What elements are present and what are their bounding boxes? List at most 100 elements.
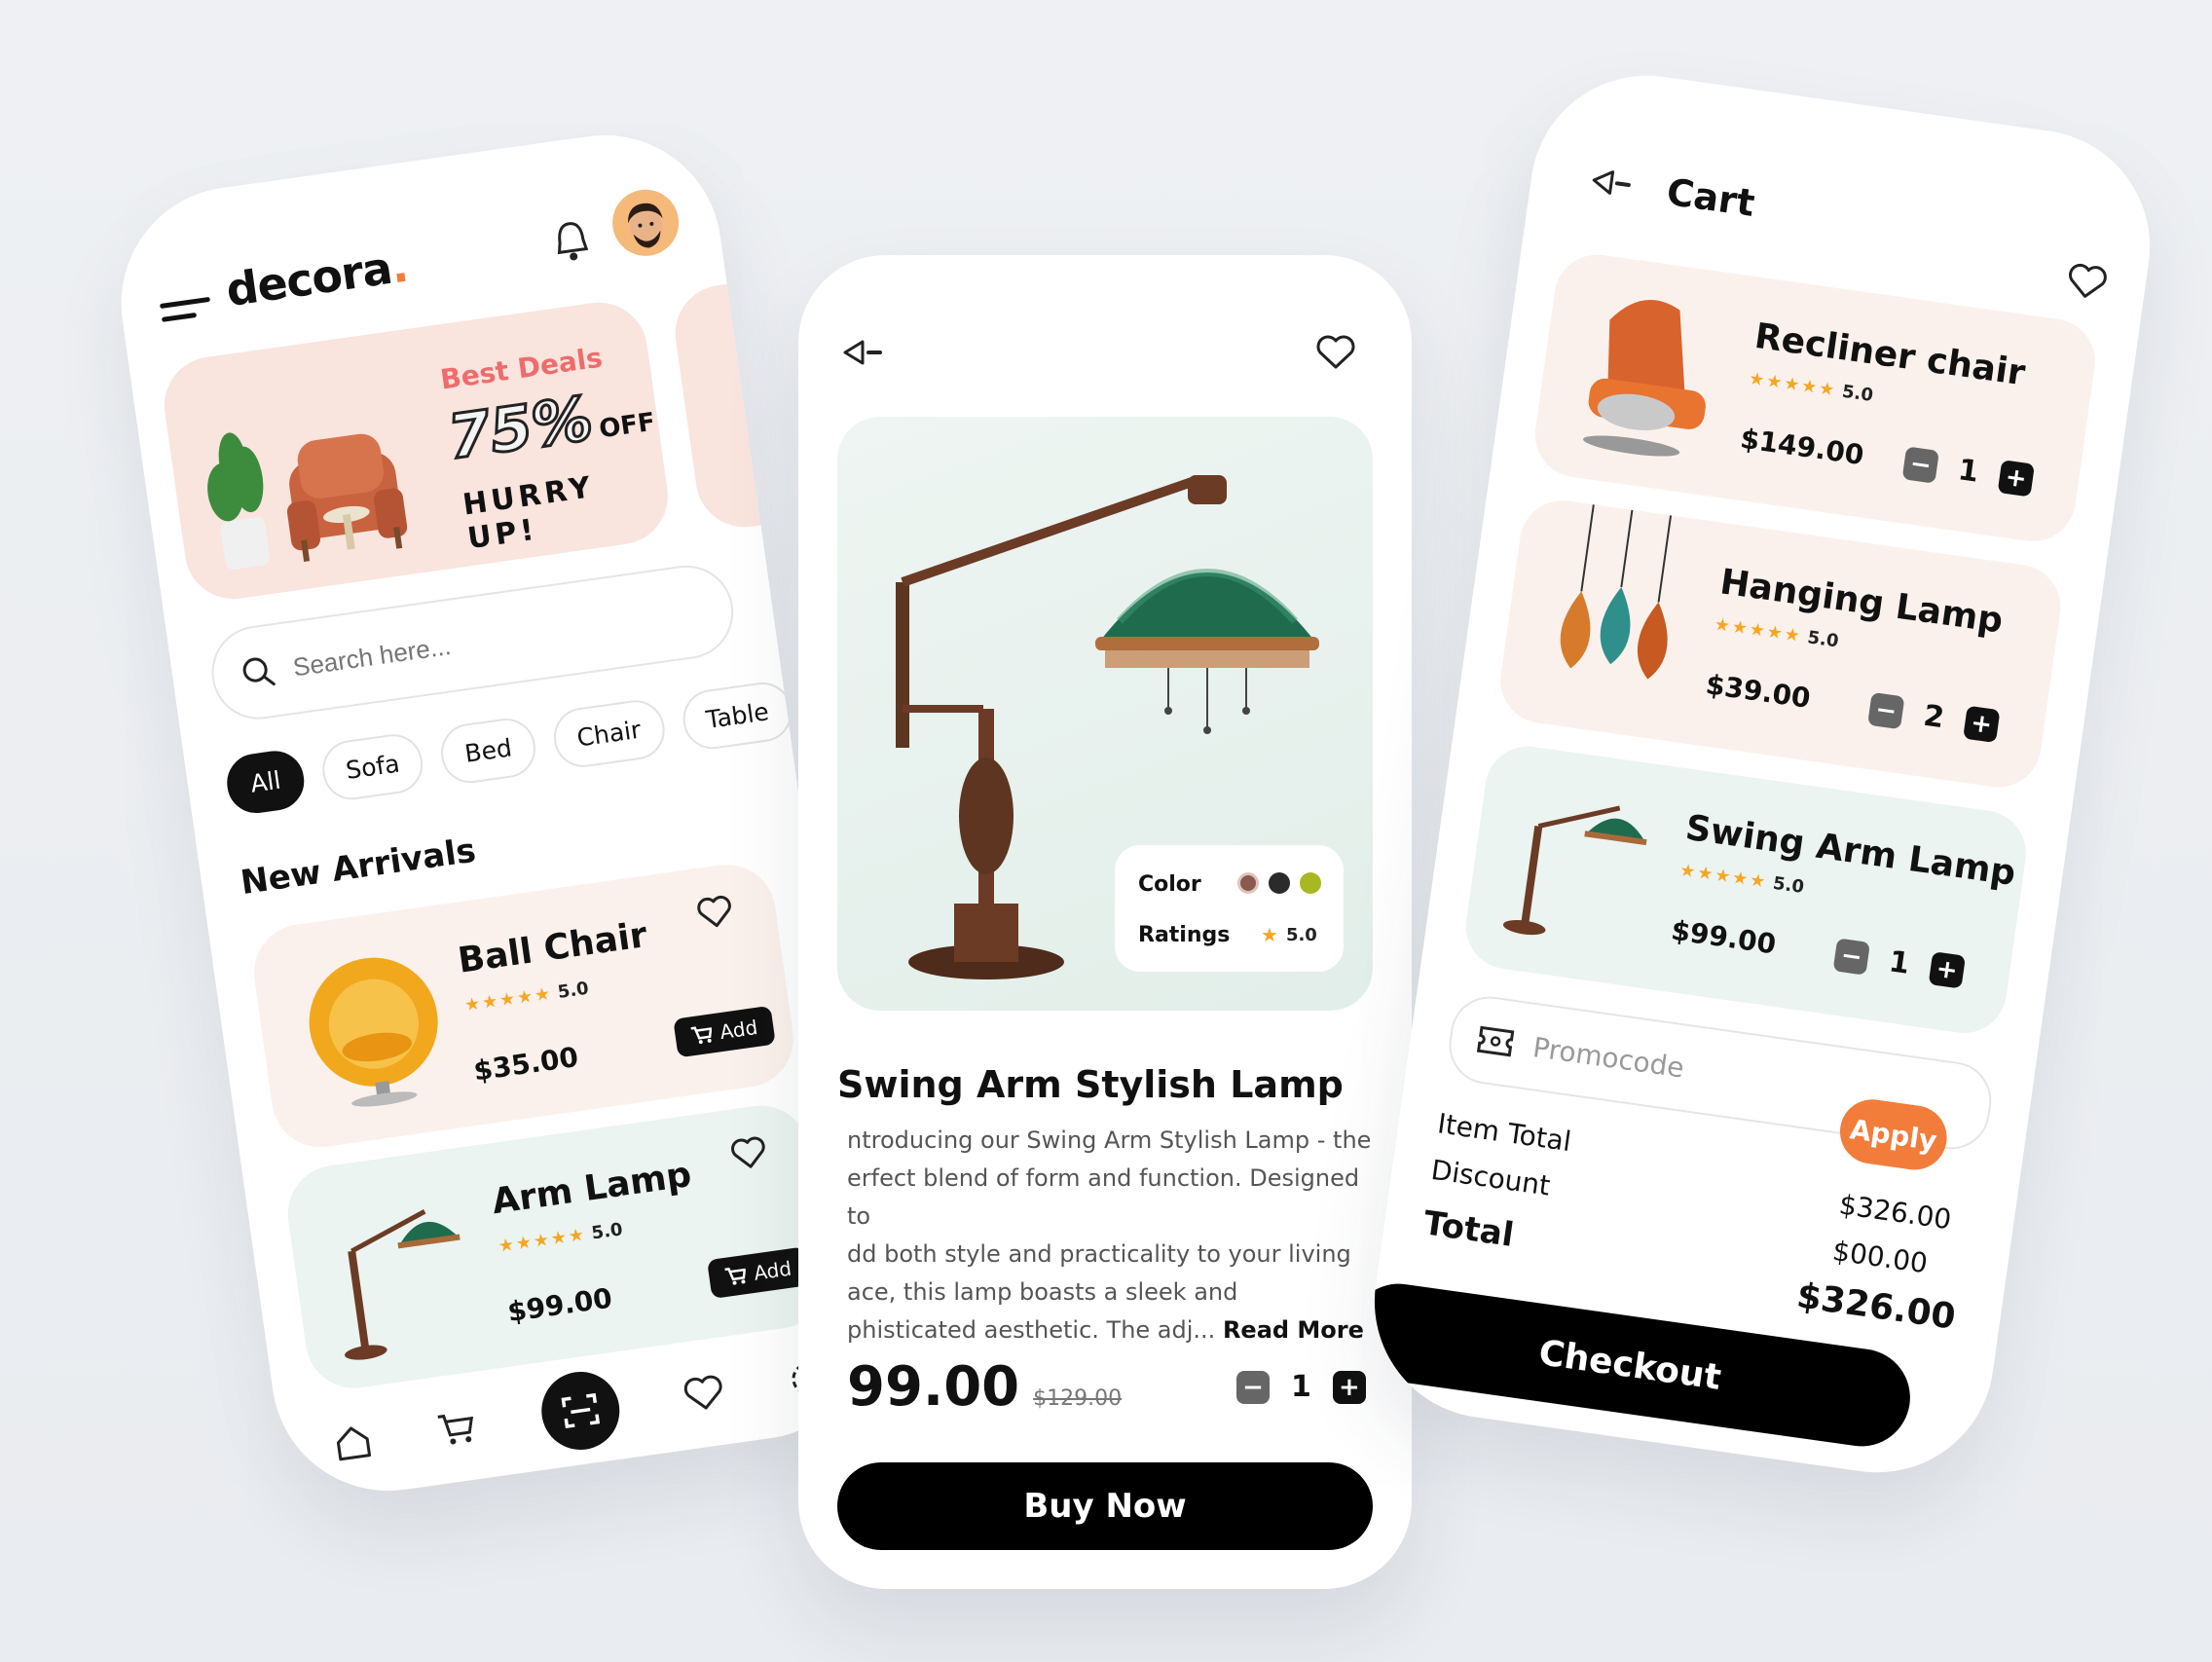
rating-stars-icon: ★★★★★: [462, 982, 554, 1016]
description-line: ntroducing our Swing Arm Stylish Lamp - …: [847, 1126, 1372, 1154]
increase-button[interactable]: +: [1332, 1370, 1366, 1404]
swing-arm-lamp-thumb: [1493, 774, 1671, 964]
rating-stars-icon: ★★★★★: [497, 1224, 588, 1257]
bell-icon[interactable]: [551, 217, 592, 265]
product-detail-screen: Color Ratings ★ 5.0 Swing Arm Stylish La…: [798, 255, 1412, 1589]
cart-icon: [689, 1023, 714, 1046]
color-swatch-2[interactable]: [1269, 872, 1290, 894]
heart-icon[interactable]: [1316, 335, 1355, 370]
banner-off: OFF: [597, 407, 657, 445]
old-price: $129.00: [1033, 1386, 1123, 1411]
chip-chair[interactable]: Chair: [549, 696, 669, 771]
buy-now-button[interactable]: Buy Now: [837, 1462, 1373, 1550]
add-to-cart-button[interactable]: Add: [707, 1246, 810, 1300]
heart-icon[interactable]: [729, 1134, 768, 1172]
discount-label: Discount: [1428, 1153, 1553, 1202]
rating-value: 5.0: [590, 1219, 624, 1244]
hanging-lamp-image: [1528, 499, 1710, 718]
product-hero: Color Ratings ★ 5.0: [837, 417, 1373, 1011]
total-value: $326.00: [1793, 1275, 1959, 1338]
add-label: Add: [752, 1256, 793, 1285]
search-input[interactable]: [291, 601, 662, 683]
cart-item-swing-arm-lamp[interactable]: Swing Arm Lamp ★★★★★ 5.0 $99.00 − 1 +: [1460, 740, 2032, 1039]
cart-item-recliner[interactable]: Recliner chair ★★★★★ 5.0 $149.00 − 1 +: [1529, 248, 2101, 547]
cart-screen: Cart Recliner chair ★★★★★ 5.0 $149.00 − …: [1359, 60, 2165, 1488]
chip-all[interactable]: All: [223, 747, 309, 817]
quantity-stepper: − 2 +: [1867, 691, 2001, 743]
app-logo: decora.: [222, 239, 411, 317]
heart-icon[interactable]: [2065, 262, 2109, 302]
item-total-value: $326.00: [1836, 1188, 1954, 1237]
product-name: Arm Lamp: [489, 1155, 694, 1223]
back-icon[interactable]: [1588, 166, 1641, 202]
cart-item-hanging-lamp[interactable]: Hanging Lamp ★★★★★ 5.0 $39.00 − 2 +: [1494, 495, 2067, 794]
description-line: dd both style and practicality to your l…: [847, 1240, 1351, 1268]
home-icon[interactable]: [331, 1421, 375, 1464]
rating-stars-icon: ★★★★★: [1713, 613, 1804, 647]
scan-button[interactable]: [536, 1366, 625, 1456]
product-price: $35.00: [471, 1040, 581, 1088]
product-info-box: Color Ratings ★ 5.0: [1115, 845, 1344, 972]
increase-button[interactable]: +: [1928, 950, 1966, 989]
decrease-button[interactable]: −: [1832, 937, 1871, 976]
quantity-value: 1: [1956, 453, 1981, 490]
read-more-link[interactable]: Read More: [1223, 1316, 1364, 1344]
ball-chair-image: [292, 944, 459, 1123]
recliner-chair-image: [1562, 277, 1731, 475]
quantity-stepper: − 1 +: [1901, 445, 2035, 498]
item-price: $39.00: [1704, 668, 1813, 715]
rating-value: 5.0: [1771, 872, 1806, 898]
avatar[interactable]: [608, 185, 683, 261]
next-banner-peek[interactable]: [669, 276, 819, 534]
scan-icon: [559, 1388, 603, 1432]
banner-furniture-image: [186, 388, 431, 587]
banner-discount: 75%: [442, 381, 598, 474]
star-icon: ★: [1261, 923, 1280, 946]
ticket-icon: [1475, 1024, 1516, 1058]
increase-button[interactable]: +: [1963, 705, 2001, 743]
promo-placeholder: Promocode: [1530, 1030, 1686, 1085]
banner-hurry: HURRY UP!: [461, 469, 597, 557]
product-name: Ball Chair: [455, 914, 650, 981]
color-swatch-3[interactable]: [1300, 872, 1321, 894]
add-to-cart-button[interactable]: Add: [673, 1005, 776, 1058]
back-icon[interactable]: [841, 338, 890, 367]
item-price: $149.00: [1738, 422, 1866, 472]
rating-stars-icon: ★★★★★: [1747, 368, 1838, 401]
quantity-value: 2: [1921, 698, 1947, 736]
quantity-value: 1: [1291, 1370, 1311, 1404]
rating-value: 5.0: [1285, 924, 1317, 945]
heart-nav-icon[interactable]: [682, 1374, 726, 1414]
chip-table[interactable]: Table: [679, 679, 796, 754]
quantity-stepper: − 1 +: [1236, 1370, 1366, 1404]
quantity-value: 1: [1887, 944, 1912, 981]
quantity-stepper: − 1 +: [1832, 937, 1966, 989]
cart-nav-icon[interactable]: [435, 1408, 479, 1448]
discount-value: $00.00: [1830, 1235, 1930, 1280]
increase-button[interactable]: +: [1997, 459, 2035, 498]
rating-value: 5.0: [1840, 381, 1875, 406]
rating-value: 5.0: [556, 978, 591, 1003]
color-label: Color: [1138, 872, 1201, 897]
product-card-ball-chair[interactable]: Ball Chair ★★★★★ 5.0 $35.00 Add: [247, 858, 800, 1154]
decrease-button[interactable]: −: [1901, 445, 1940, 484]
total-label: Total: [1420, 1203, 1517, 1255]
product-description: ntroducing our Swing Arm Stylish Lamp - …: [847, 1122, 1373, 1349]
decrease-button[interactable]: −: [1236, 1370, 1270, 1404]
ratings-label: Ratings: [1138, 923, 1231, 947]
decrease-button[interactable]: −: [1867, 691, 1905, 729]
rating-stars-icon: ★★★★★: [1677, 860, 1769, 893]
chip-bed[interactable]: Bed: [437, 715, 539, 787]
cart-icon: [723, 1265, 748, 1287]
add-label: Add: [718, 1015, 759, 1045]
product-price: $99.00: [505, 1281, 614, 1329]
deals-banner[interactable]: Best Deals 75% OFF HURRY UP!: [158, 296, 675, 606]
menu-icon[interactable]: [159, 292, 217, 329]
heart-icon[interactable]: [695, 893, 734, 931]
chip-sofa[interactable]: Sofa: [318, 730, 427, 804]
item-price: $99.00: [1669, 913, 1779, 961]
home-screen: decora. Best Deals 75% OFF HURRY UP! Sea…: [106, 120, 887, 1506]
color-swatch-1[interactable]: [1237, 872, 1259, 894]
color-swatches: [1237, 872, 1321, 894]
product-price: 99.00: [847, 1355, 1020, 1419]
